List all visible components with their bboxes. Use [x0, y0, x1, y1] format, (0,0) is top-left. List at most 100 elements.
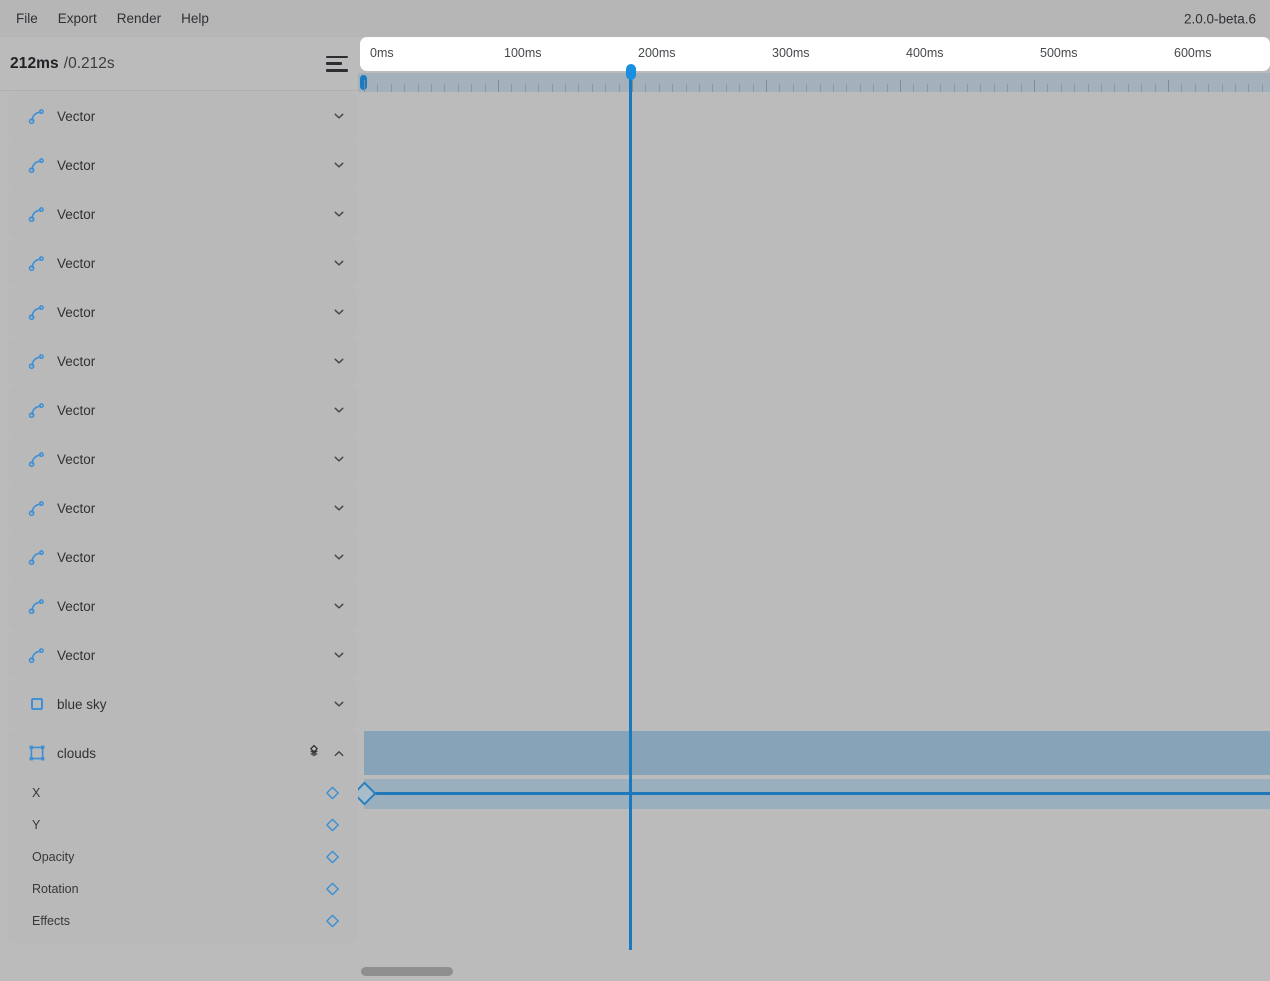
ruler-tick	[1060, 84, 1062, 92]
layer-row-controls	[332, 158, 346, 172]
property-row-x[interactable]: X	[8, 777, 358, 809]
layer-row-blue-sky[interactable]: blue sky	[8, 680, 358, 728]
ruler-tick	[779, 84, 781, 92]
property-row-y[interactable]: Y	[8, 809, 358, 841]
ruler-tick	[364, 80, 365, 92]
ruler-tick	[390, 84, 392, 92]
total-time-label: /0.212s	[63, 54, 115, 72]
ruler-tick	[1047, 84, 1049, 92]
chevron-down-icon[interactable]	[332, 403, 346, 417]
property-name-label: Y	[32, 818, 41, 832]
ruler-tick	[1087, 84, 1089, 92]
ruler-tick	[792, 84, 794, 92]
ruler-tick	[484, 84, 486, 92]
playhead[interactable]	[625, 64, 636, 981]
scrollbar-thumb[interactable]	[361, 967, 453, 976]
ruler-tick	[940, 84, 942, 92]
bezier-path-icon	[28, 352, 46, 370]
layer-track-clouds[interactable]	[364, 731, 1270, 775]
track-area[interactable]	[358, 92, 1270, 981]
chevron-down-icon[interactable]	[332, 109, 346, 123]
ruler-tick	[859, 84, 861, 92]
layer-row-vector[interactable]: Vector	[8, 92, 358, 140]
layer-row-vector[interactable]: Vector	[8, 484, 358, 532]
keyframe-diamond-icon[interactable]	[325, 850, 340, 865]
chevron-down-icon[interactable]	[332, 599, 346, 613]
property-name-label: Opacity	[32, 850, 75, 864]
timeline-ruler[interactable]: 0ms 100ms 200ms 300ms 400ms 500ms 600ms	[358, 37, 1270, 92]
bezier-path-icon	[28, 107, 46, 125]
layer-row-vector[interactable]: Vector	[8, 435, 358, 483]
time-header: 212ms /0.212s	[0, 37, 358, 91]
ruler-tick	[1020, 84, 1022, 92]
property-row-opacity[interactable]: Opacity	[8, 841, 358, 873]
hamburger-icon[interactable]	[326, 55, 348, 72]
ruler-tick	[1208, 84, 1210, 92]
property-row-rotation[interactable]: Rotation	[8, 873, 358, 905]
ruler-tick	[1127, 84, 1129, 92]
ruler-tick	[1141, 84, 1143, 92]
property-row-effects[interactable]: Effects	[8, 905, 358, 937]
keyframe-diamond-icon[interactable]	[325, 882, 340, 897]
keyframe-stack-icon[interactable]	[306, 743, 322, 764]
ruler-tick	[766, 80, 767, 92]
layer-row-vector[interactable]: Vector	[8, 582, 358, 630]
layer-row-vector[interactable]: Vector	[8, 533, 358, 581]
ruler-tick-label: 300ms	[772, 46, 810, 60]
layer-row-controls	[332, 452, 346, 466]
chevron-down-icon[interactable]	[332, 452, 346, 466]
bezier-path-icon	[28, 499, 46, 517]
ruler-tick-bar[interactable]	[358, 73, 1270, 92]
layer-row-controls	[332, 648, 346, 662]
square-shape-icon	[28, 695, 46, 713]
ruler-tick	[712, 84, 714, 92]
chevron-down-icon[interactable]	[332, 550, 346, 564]
keyframe-diamond-icon[interactable]	[325, 786, 340, 801]
ruler-tick	[846, 84, 848, 92]
chevron-down-icon[interactable]	[332, 207, 346, 221]
layer-row-controls	[332, 305, 346, 319]
layer-row-vector[interactable]: Vector	[8, 190, 358, 238]
chevron-down-icon[interactable]	[332, 501, 346, 515]
layer-name-label: clouds	[57, 745, 97, 761]
menu-item-help[interactable]: Help	[173, 7, 217, 30]
layer-row-controls	[332, 256, 346, 270]
layer-row-vector[interactable]: Vector	[8, 631, 358, 679]
version-label: 2.0.0-beta.6	[1183, 11, 1256, 26]
chevron-up-icon[interactable]	[332, 746, 346, 760]
layer-row-vector[interactable]: Vector	[8, 337, 358, 385]
ruler-tick	[471, 84, 473, 92]
layer-row-vector[interactable]: Vector	[8, 239, 358, 287]
bezier-path-icon	[28, 303, 46, 321]
menu-item-file[interactable]: File	[8, 7, 46, 30]
layer-row-vector[interactable]: Vector	[8, 386, 358, 434]
menu-item-render[interactable]: Render	[109, 7, 169, 30]
ruler-tick	[498, 80, 499, 92]
ruler-tick	[1235, 84, 1236, 92]
chevron-down-icon[interactable]	[332, 158, 346, 172]
chevron-down-icon[interactable]	[332, 305, 346, 319]
ruler-tick	[886, 84, 888, 92]
ruler-tick	[1248, 84, 1250, 92]
ruler-tick	[752, 84, 754, 92]
chevron-down-icon[interactable]	[332, 648, 346, 662]
chevron-down-icon[interactable]	[332, 697, 346, 711]
layer-row-vector[interactable]: Vector	[8, 288, 358, 336]
ruler-tick	[1101, 84, 1102, 92]
layer-row-vector[interactable]: Vector	[8, 141, 358, 189]
ruler-tick	[967, 84, 968, 92]
chevron-down-icon[interactable]	[332, 354, 346, 368]
horizontal-scrollbar[interactable]	[358, 950, 1270, 981]
keyframe-diamond-icon[interactable]	[325, 914, 340, 929]
layer-row-clouds[interactable]: clouds	[8, 729, 358, 777]
chevron-down-icon[interactable]	[332, 256, 346, 270]
layer-name-label: Vector	[57, 157, 96, 173]
playhead-knob[interactable]	[625, 64, 636, 80]
bezier-path-icon	[28, 254, 46, 272]
ruler-tick-label: 0ms	[370, 46, 394, 60]
ruler-tick	[457, 84, 459, 92]
menu-item-export[interactable]: Export	[50, 7, 105, 30]
keyframe-diamond-icon[interactable]	[325, 818, 340, 833]
ruler-tick-label: 100ms	[504, 46, 542, 60]
ruler-tick	[417, 84, 419, 92]
